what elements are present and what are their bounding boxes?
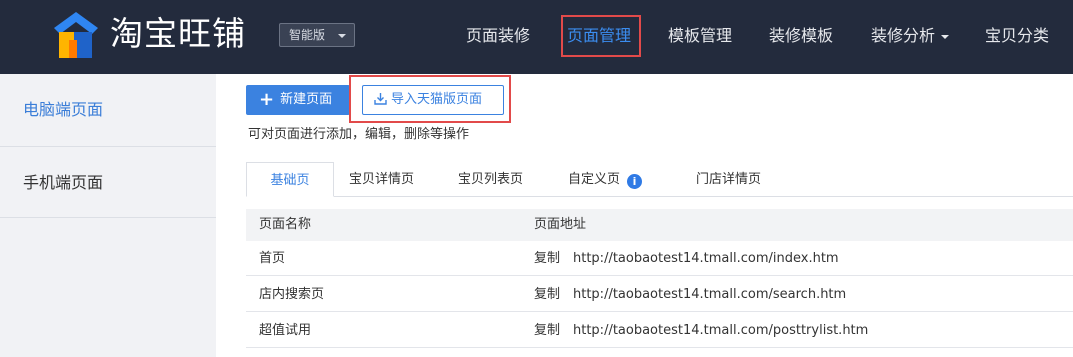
sidebar-item-label: 手机端页面 — [23, 173, 104, 192]
sidebar-item-mobile-pages[interactable]: 手机端页面 — [0, 147, 216, 219]
page-name-cell: 超值试用 — [259, 323, 312, 338]
highlight-box-import — [349, 75, 511, 123]
table-header: 页面名称 页面地址 — [246, 209, 1073, 241]
page-name-cell: 店内搜索页 — [259, 287, 325, 302]
page-url-link[interactable]: http://taobaotest14.tmall.com/search.htm — [573, 277, 846, 312]
nav-label: 页面装修 — [466, 26, 531, 45]
new-page-label: 新建页面 — [280, 92, 333, 107]
sidebar-item-label: 电脑端页面 — [23, 100, 104, 119]
info-icon[interactable]: i — [627, 174, 643, 189]
chevron-down-icon — [338, 34, 346, 38]
page-name-cell: 首页 — [259, 251, 286, 266]
nav-label: 装修分析 — [871, 26, 936, 45]
operation-hint-text: 可对页面进行添加，编辑，删除等操作 — [248, 127, 470, 142]
nav-template-management[interactable]: 模板管理 — [668, 22, 732, 50]
tab-custom-pages[interactable]: 自定义页 i — [568, 162, 643, 197]
nav-label: 宝贝分类 — [985, 26, 1050, 45]
nav-page-decoration[interactable]: 页面装修 — [466, 22, 530, 50]
sidebar-divider — [0, 217, 216, 218]
tab-label: 基础页 — [270, 173, 310, 188]
tab-store-detail-pages[interactable]: 门店详情页 — [696, 162, 761, 197]
tab-basic-pages[interactable]: 基础页 — [246, 162, 334, 197]
copy-link[interactable]: 复制 — [534, 313, 560, 348]
new-page-button[interactable]: + 新建页面 — [246, 85, 350, 115]
tab-item-detail-pages[interactable]: 宝贝详情页 — [349, 162, 414, 197]
version-label: 智能版 — [289, 28, 326, 42]
tab-label: 自定义页 — [568, 172, 621, 187]
sidebar: 电脑端页面 手机端页面 — [0, 74, 216, 357]
column-header-page-name: 页面名称 — [259, 217, 312, 232]
taobao-wangpu-logo-icon[interactable] — [50, 10, 102, 60]
chevron-down-icon — [941, 34, 950, 39]
plus-icon: + — [259, 89, 275, 110]
page-url-link[interactable]: http://taobaotest14.tmall.com/index.htm — [573, 241, 839, 276]
nav-item-category[interactable]: 宝贝分类 — [985, 22, 1049, 50]
sidebar-item-pc-pages[interactable]: 电脑端页面 — [0, 74, 216, 146]
copy-link[interactable]: 复制 — [534, 277, 560, 312]
nav-decoration-templates[interactable]: 装修模板 — [769, 22, 833, 50]
top-navigation-bar: 淘宝旺铺 智能版 页面装修 页面管理 模板管理 装修模板 装修分析 宝贝分类 — [0, 0, 1073, 74]
nav-label: 装修模板 — [769, 26, 834, 45]
column-header-page-url: 页面地址 — [534, 217, 587, 232]
table-row: 超值试用 复制 http://taobaotest14.tmall.com/po… — [246, 313, 1073, 348]
tab-item-list-pages[interactable]: 宝贝列表页 — [458, 162, 523, 197]
page-url-link[interactable]: http://taobaotest14.tmall.com/posttrylis… — [573, 313, 868, 348]
copy-link[interactable]: 复制 — [534, 241, 560, 276]
brand-title: 淘宝旺铺 — [110, 14, 246, 53]
tab-label: 宝贝列表页 — [458, 172, 524, 187]
nav-label: 模板管理 — [668, 26, 733, 45]
nav-decoration-analysis[interactable]: 装修分析 — [871, 22, 950, 50]
table-row: 店内搜索页 复制 http://taobaotest14.tmall.com/s… — [246, 277, 1073, 312]
tab-label: 门店详情页 — [696, 172, 762, 187]
highlight-box-nav — [561, 15, 641, 57]
version-dropdown[interactable]: 智能版 — [279, 23, 355, 47]
tab-label: 宝贝详情页 — [349, 172, 415, 187]
table-row: 首页 复制 http://taobaotest14.tmall.com/inde… — [246, 241, 1073, 276]
